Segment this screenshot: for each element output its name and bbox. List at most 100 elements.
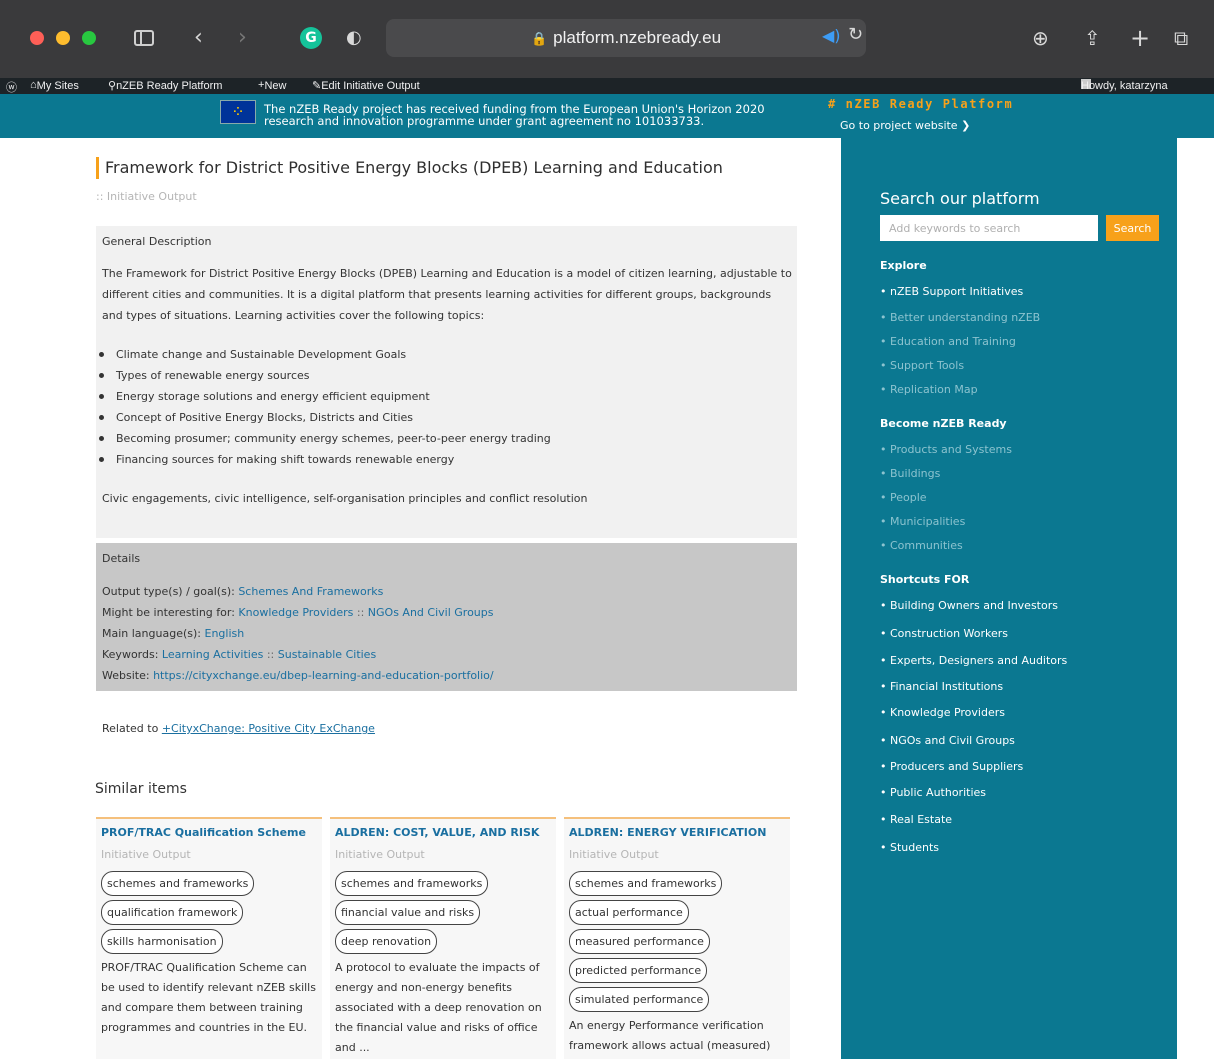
interest-row: Might be interesting for: Knowledge Prov…	[102, 606, 494, 619]
address-bar[interactable]: 🔒 platform.nzebready.eu ◀) ↻	[386, 19, 866, 57]
sidebar-item-people[interactable]: People	[880, 491, 927, 504]
tag[interactable]: measured performance	[569, 929, 710, 954]
new-menu[interactable]: + New	[258, 79, 286, 92]
sidebar-item-buildings[interactable]: Buildings	[880, 467, 940, 480]
main-content: Framework for District Positive Energy B…	[54, 138, 840, 1059]
tag[interactable]: predicted performance	[569, 958, 708, 983]
separator: ::	[263, 648, 278, 661]
output-type-link[interactable]: Schemes And Frameworks	[238, 585, 383, 598]
minimize-window-button[interactable]	[56, 31, 70, 45]
forward-arrow-icon[interactable]: ›	[238, 24, 247, 52]
my-sites-label: My Sites	[36, 80, 79, 92]
sidebar-item-ngos[interactable]: NGOs and Civil Groups	[880, 734, 1015, 747]
sidebar-item-experts[interactable]: Experts, Designers and Auditors	[880, 654, 1067, 667]
keywords-label: Keywords:	[102, 648, 162, 661]
tag[interactable]: simulated performance	[569, 987, 710, 1012]
project-website-link[interactable]: Go to project website ❯	[840, 119, 970, 132]
card-description: PROF/TRAC Qualification Scheme can be us…	[101, 961, 316, 1034]
related-label: Related to	[102, 722, 162, 735]
sidebar-item-support-initiatives[interactable]: nZEB Support Initiatives	[880, 285, 1023, 298]
similar-item-card[interactable]: ALDREN: ENERGY VERIFICATION Initiative O…	[564, 817, 790, 1059]
wp-admin-bar: ⓦ ⌂ My Sites ⚲ nZEB Ready Platform + New…	[0, 78, 1214, 94]
shield-icon[interactable]: ◐	[346, 24, 362, 52]
card-description: An energy Performance verification frame…	[569, 1019, 771, 1052]
keyword-link[interactable]: Sustainable Cities	[278, 648, 376, 661]
new-tab-icon[interactable]: +	[1130, 24, 1150, 52]
funding-banner: The nZEB Ready project has received fund…	[0, 94, 1214, 138]
tag[interactable]: deep renovation	[335, 929, 438, 954]
edit-output-label: Edit Initiative Output	[321, 80, 420, 92]
new-label: New	[264, 80, 287, 92]
tag[interactable]: financial value and risks	[335, 900, 481, 925]
search-button[interactable]: Search	[1106, 215, 1159, 241]
page-subtitle: :: Initiative Output	[96, 190, 197, 203]
topics-list: Climate change and Sustainable Developme…	[96, 344, 551, 470]
sidebar-item-education[interactable]: Education and Training	[880, 335, 1016, 348]
page-title: Framework for District Positive Energy B…	[105, 158, 723, 177]
sidebar-item-municipalities[interactable]: Municipalities	[880, 515, 965, 528]
list-item: Concept of Positive Energy Blocks, Distr…	[96, 407, 551, 428]
browser-toolbar: ‹ › G ◐ 🔒 platform.nzebready.eu ◀) ↻ ⊕ ⇪ …	[0, 0, 1214, 78]
download-icon[interactable]: ⊕	[1032, 24, 1049, 52]
edit-output-link[interactable]: ✎ Edit Initiative Output	[312, 79, 420, 92]
close-window-button[interactable]	[30, 31, 44, 45]
sidebar-item-financial[interactable]: Financial Institutions	[880, 680, 1003, 693]
tag[interactable]: schemes and frameworks	[335, 871, 489, 896]
keyword-link[interactable]: Learning Activities	[162, 648, 263, 661]
sidebar-item-students[interactable]: Students	[880, 841, 939, 854]
interest-link[interactable]: Knowledge Providers	[238, 606, 353, 619]
platform-brand[interactable]: # nZEB Ready Platform	[828, 97, 1013, 111]
sidebar-item-real-estate[interactable]: Real Estate	[880, 813, 952, 826]
tag[interactable]: schemes and frameworks	[569, 871, 723, 896]
description-text: The Framework for District Positive Ener…	[102, 267, 792, 322]
card-title[interactable]: ALDREN: COST, VALUE, AND RISK	[335, 826, 539, 839]
url-display[interactable]: 🔒 platform.nzebready.eu	[386, 28, 866, 48]
card-subtitle: Initiative Output	[569, 848, 659, 861]
search-input[interactable]	[880, 215, 1098, 241]
howdy-label: Howdy, katarzyna	[1081, 80, 1168, 92]
grammarly-icon[interactable]: G	[300, 27, 322, 49]
sidebar-toggle-icon[interactable]	[134, 30, 154, 46]
site-name-label: nZEB Ready Platform	[116, 80, 223, 92]
wordpress-icon[interactable]: ⓦ	[6, 79, 17, 95]
tag[interactable]: qualification framework	[101, 900, 244, 925]
tag-list: schemes and frameworks financial value a…	[335, 871, 489, 958]
keywords-row: Keywords: Learning Activities :: Sustain…	[102, 648, 376, 661]
funding-text: The nZEB Ready project has received fund…	[264, 102, 765, 128]
site-name-menu[interactable]: ⚲ nZEB Ready Platform	[108, 79, 222, 92]
tag[interactable]: schemes and frameworks	[101, 871, 255, 896]
sidebar-item-products[interactable]: Products and Systems	[880, 443, 1012, 456]
sidebar-item-workers[interactable]: Construction Workers	[880, 627, 1008, 640]
my-sites-menu[interactable]: ⌂ My Sites	[30, 79, 79, 92]
sidebar-item-replication-map[interactable]: Replication Map	[880, 383, 978, 396]
audio-playing-icon[interactable]: ◀)	[822, 26, 841, 45]
similar-item-card[interactable]: PROF/TRAC Qualification Scheme Initiativ…	[96, 817, 322, 1059]
card-title[interactable]: PROF/TRAC Qualification Scheme	[101, 826, 306, 839]
back-arrow-icon[interactable]: ‹	[194, 24, 203, 52]
similar-item-card[interactable]: ALDREN: COST, VALUE, AND RISK Initiative…	[330, 817, 556, 1059]
sidebar-item-understanding[interactable]: Better understanding nZEB	[880, 311, 1040, 324]
reload-icon[interactable]: ↻	[848, 24, 863, 45]
tag[interactable]: actual performance	[569, 900, 689, 925]
details-heading: Details	[102, 552, 141, 565]
tag[interactable]: skills harmonisation	[101, 929, 223, 954]
interest-label: Might be interesting for:	[102, 606, 239, 619]
general-description-section: General Description The Framework for Di…	[96, 226, 797, 538]
sidebar-item-public[interactable]: Public Authorities	[880, 786, 986, 799]
tab-overview-icon[interactable]: ⧉	[1174, 24, 1188, 52]
sidebar-item-communities[interactable]: Communities	[880, 539, 963, 552]
card-title[interactable]: ALDREN: ENERGY VERIFICATION	[569, 826, 766, 839]
interest-link[interactable]: NGOs And Civil Groups	[368, 606, 494, 619]
sidebar-item-support-tools[interactable]: Support Tools	[880, 359, 964, 372]
general-description-heading: General Description	[102, 235, 212, 248]
language-link[interactable]: English	[205, 627, 245, 640]
share-icon[interactable]: ⇪	[1084, 24, 1101, 52]
sidebar-item-producers[interactable]: Producers and Suppliers	[880, 760, 1023, 773]
related-link[interactable]: +CityxChange: Positive City ExChange	[162, 722, 375, 735]
website-link[interactable]: https://cityxchange.eu/dbep-learning-and…	[153, 669, 494, 682]
zoom-window-button[interactable]	[82, 31, 96, 45]
sidebar-item-owners[interactable]: Building Owners and Investors	[880, 599, 1058, 612]
sidebar-item-knowledge[interactable]: Knowledge Providers	[880, 706, 1005, 719]
tag-list: schemes and frameworks qualification fra…	[101, 871, 255, 958]
account-menu[interactable]: Howdy, katarzyna	[1081, 79, 1168, 92]
